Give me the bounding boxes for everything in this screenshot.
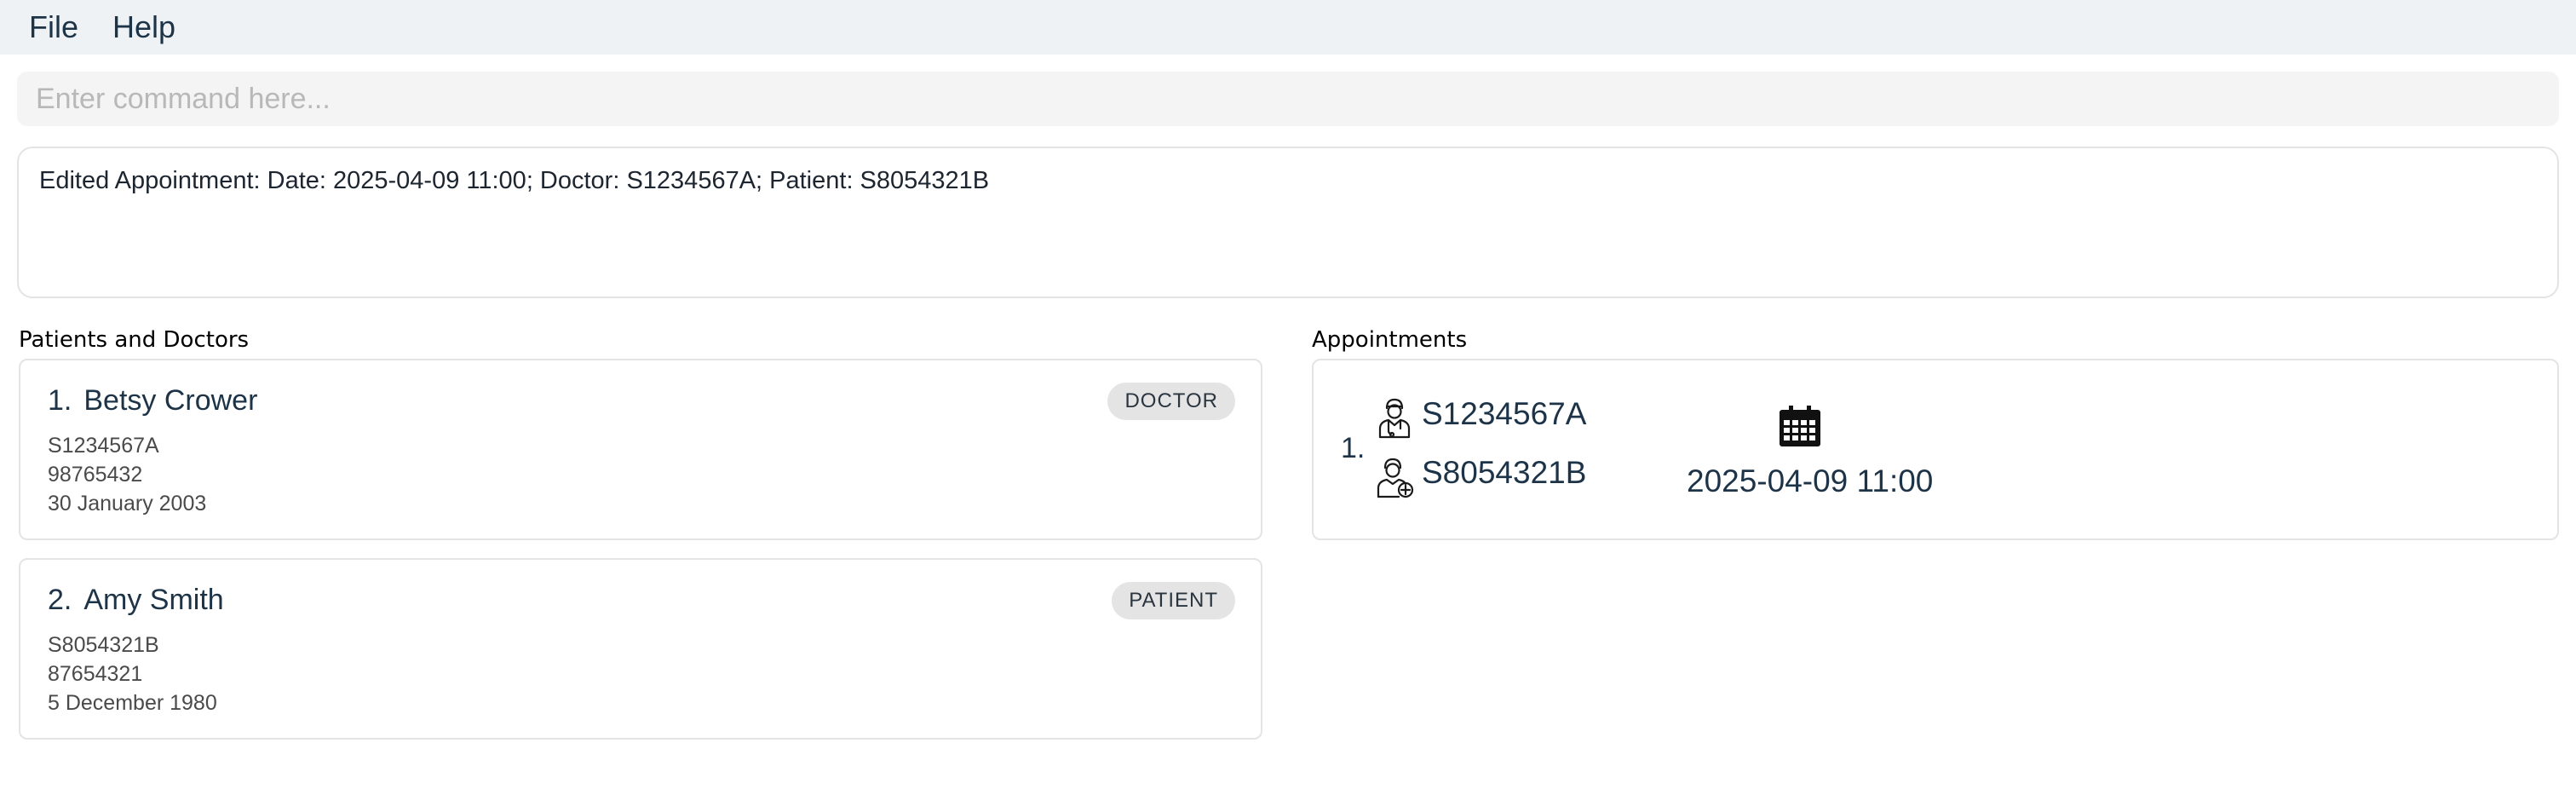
person-dob: 30 January 2003 [48, 492, 207, 515]
appointments-panel-title: Appointments [1312, 327, 1468, 353]
person-nric: S8054321B [48, 633, 159, 657]
persons-panel-title: Patients and Doctors [19, 327, 250, 353]
doctor-nric: S1234567A [1422, 396, 1587, 431]
person-name-text: Betsy Crower [83, 384, 258, 417]
person-phone: 87654321 [48, 662, 143, 686]
person-index: 1. [48, 384, 72, 417]
menu-bar: File Help [0, 0, 2576, 55]
menu-file[interactable]: File [29, 9, 78, 45]
result-text: Edited Appointment: Date: 2025-04-09 11:… [39, 167, 990, 194]
person-name: 2. Amy Smith [48, 584, 224, 617]
person-card[interactable]: 2. Amy Smith PATIENT S8054321B 87654321 5… [19, 558, 1262, 740]
person-nric: S1234567A [48, 434, 159, 458]
appointment-card[interactable]: 1. S1234567A S8054321B 2025-04-09 11:00 [1312, 359, 2559, 540]
patient-icon [1377, 458, 1414, 498]
command-input[interactable] [17, 72, 2559, 126]
person-index: 2. [48, 584, 72, 616]
role-tag: PATIENT [1112, 582, 1235, 619]
person-name-text: Amy Smith [83, 584, 224, 616]
menu-help[interactable]: Help [112, 9, 175, 45]
calendar-icon [1780, 406, 1820, 446]
appointment-datetime: 2025-04-09 11:00 [1687, 464, 1934, 498]
patient-nric: S8054321B [1422, 455, 1587, 490]
person-card[interactable]: 1. Betsy Crower DOCTOR S1234567A 98765432… [19, 359, 1262, 540]
person-name: 1. Betsy Crower [48, 384, 257, 418]
person-dob: 5 December 1980 [48, 691, 217, 715]
doctor-icon [1378, 398, 1411, 439]
appointment-index: 1. [1341, 432, 1366, 464]
result-display: Edited Appointment: Date: 2025-04-09 11:… [17, 147, 2559, 298]
role-tag: DOCTOR [1107, 383, 1235, 420]
person-phone: 98765432 [48, 463, 143, 487]
